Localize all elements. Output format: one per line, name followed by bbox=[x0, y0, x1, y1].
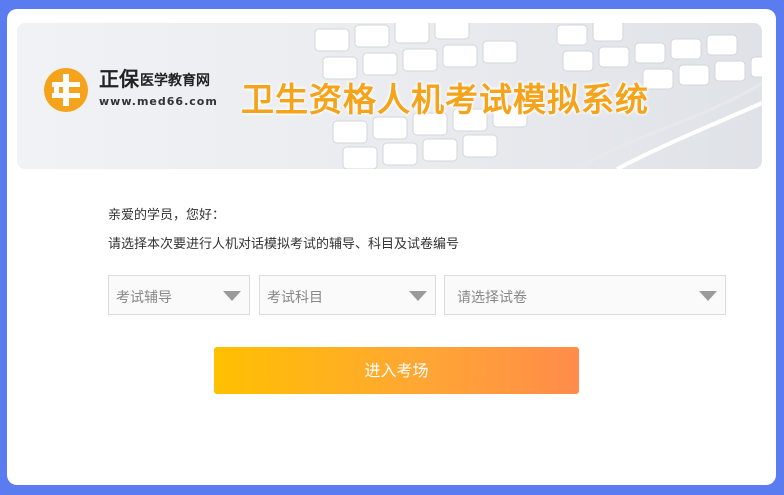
brand-url: www.med66.com bbox=[99, 95, 218, 108]
instruction-text: 请选择本次要进行人机对话模拟考试的辅导、科目及试卷编号 bbox=[108, 237, 460, 252]
system-title: 卫生资格人机考试模拟系统 bbox=[241, 80, 649, 119]
brand-sub-text: 医学教育网 bbox=[140, 73, 210, 89]
course-select-value: 考试辅导 bbox=[116, 290, 172, 306]
subject-select-value: 考试科目 bbox=[267, 290, 323, 306]
brand-main-text: 正保 bbox=[99, 67, 139, 91]
course-select[interactable]: 考试辅导 bbox=[108, 275, 250, 315]
med66-logo-icon bbox=[44, 68, 88, 112]
header-banner: 正保 医学教育网 www.med66.com 卫生资格人机考试模拟系统 bbox=[17, 23, 762, 169]
chevron-down-icon bbox=[409, 291, 427, 301]
brand-name: 正保 医学教育网 www.med66.com bbox=[99, 69, 218, 108]
paper-select-value: 请选择试卷 bbox=[457, 290, 527, 306]
paper-select[interactable]: 请选择试卷 bbox=[444, 275, 726, 315]
greeting-text: 亲爱的学员，您好： bbox=[108, 208, 226, 223]
chevron-down-icon bbox=[223, 291, 241, 301]
chevron-down-icon bbox=[699, 291, 717, 301]
enter-exam-button[interactable]: 进入考场 bbox=[214, 347, 579, 394]
main-card: 正保 医学教育网 www.med66.com 卫生资格人机考试模拟系统 亲爱的学… bbox=[7, 9, 776, 485]
subject-select[interactable]: 考试科目 bbox=[259, 275, 436, 315]
